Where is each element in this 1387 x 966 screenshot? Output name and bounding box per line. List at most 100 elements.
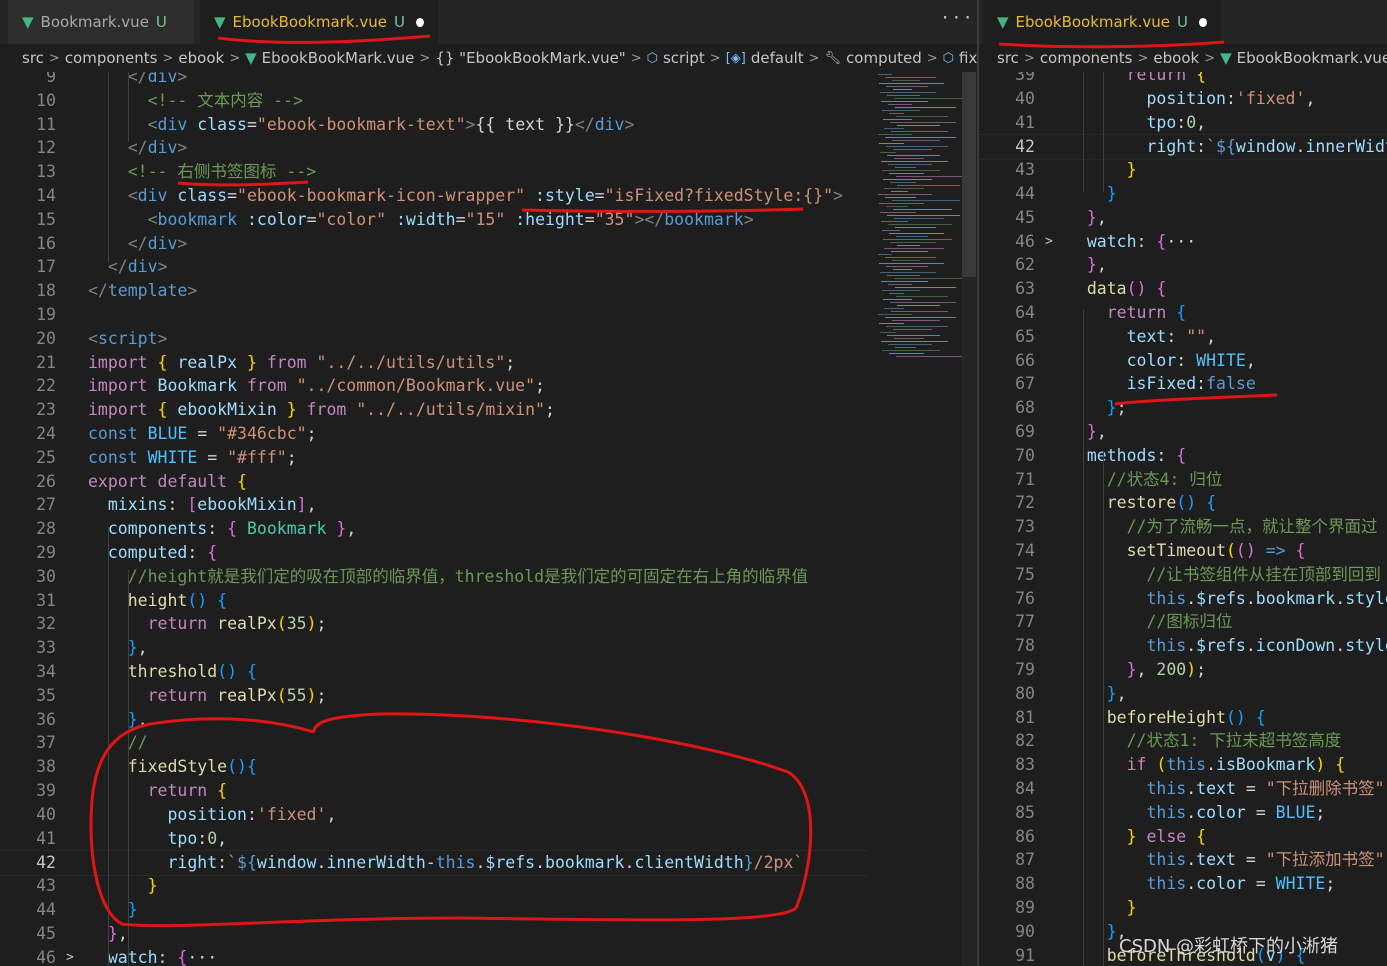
tab-bookmark-vue[interactable]: ▼ Bookmark.vue U [8,0,194,44]
code-line[interactable]: 25 const WHITE = "#fff"; [0,446,977,470]
code-line[interactable]: 81 beforeHeight() { [979,706,1387,730]
code-line[interactable]: 70 methods: { [979,444,1387,468]
breadcrumb-item[interactable]: src [22,49,44,67]
code-line[interactable]: 10 <!-- 文本内容 --> [0,89,977,113]
code-line[interactable]: 16 </div> [0,232,977,256]
breadcrumb-item[interactable]: computed [846,49,922,67]
code-line[interactable]: 34 threshold() { [0,660,977,684]
code-line[interactable]: 72 restore() { [979,491,1387,515]
code-line[interactable]: 26 export default { [0,470,977,494]
more-actions-icon[interactable]: ··· [940,8,974,28]
code-line[interactable]: 46 > watch: {··· [0,946,977,966]
breadcrumb-item[interactable]: {} "EbookBookMark.vue" [435,49,625,67]
code-line[interactable]: 78 this.$refs.iconDown.style. [979,634,1387,658]
code-line[interactable]: 18 </template> [0,279,977,303]
scrollbar-thumb[interactable] [962,72,976,277]
vertical-scrollbar[interactable] [962,72,976,966]
code-line[interactable]: 83 if (this.isBookmark) { [979,753,1387,777]
code-line[interactable]: 28 components: { Bookmark }, [0,517,977,541]
code-line[interactable]: 45 }, [979,206,1387,230]
code-line[interactable]: 63 data() { [979,277,1387,301]
unsaved-dot-icon[interactable] [415,17,424,27]
breadcrumb-item[interactable]: components [1040,49,1133,67]
tab-ebookbookmark-vue-right[interactable]: ▼ EbookBookmark.vue U [983,0,1221,44]
breadcrumb-item[interactable]: EbookBookmark.vue [1237,49,1387,67]
code-editor-right[interactable]: 39 return {40 position:'fixed', 41 tpo:0,… [979,72,1387,966]
code-line[interactable]: 14 <div class="ebook-bookmark-icon-wrapp… [0,184,977,208]
code-line[interactable]: 39 return { [979,72,1387,87]
code-line[interactable]: 29 computed: { [0,541,977,565]
fold-chevron-icon[interactable]: > [1045,230,1053,254]
code-line[interactable]: 79 }, 200); [979,658,1387,682]
breadcrumb-item[interactable]: src [997,49,1019,67]
code-line[interactable]: 22 import Bookmark from "../common/Bookma… [0,374,977,398]
code-line[interactable]: 35 return realPx(55); [0,684,977,708]
code-line[interactable]: 67 isFixed:false [979,372,1387,396]
code-line[interactable]: 43 } [979,158,1387,182]
code-line[interactable]: 86 } else { [979,825,1387,849]
breadcrumb-item[interactable]: fixe [959,49,977,67]
code-line[interactable]: 20 <script> [0,327,977,351]
tab-ebookbookmark-vue[interactable]: ▼ EbookBookmark.vue U [200,0,438,44]
code-line[interactable]: 39 return { [0,779,977,803]
code-line[interactable]: 11 <div class="ebook-bookmark-text">{{ t… [0,113,977,137]
code-line[interactable]: 76 this.$refs.bookmark.style. [979,587,1387,611]
code-line[interactable]: 64 return { [979,301,1387,325]
code-line[interactable]: 68 }; [979,396,1387,420]
code-line[interactable]: 44 } [979,182,1387,206]
code-line[interactable]: 41 tpo:0, [979,111,1387,135]
breadcrumb-item[interactable]: ebook [178,49,224,67]
code-line[interactable]: 62 }, [979,253,1387,277]
code-line[interactable]: 40 position:'fixed', [0,803,977,827]
code-line[interactable]: 82 //状态1: 下拉未超书签高度 [979,729,1387,753]
code-line[interactable]: 44 } [0,898,977,922]
code-line[interactable]: 36 }, [0,708,977,732]
code-editor-left[interactable]: 9 </div> 10 <!-- 文本内容 --> 11 <div class="e… [0,72,977,966]
code-line[interactable]: 42 right:`${window.innerWidth-this.$refs… [0,850,977,877]
code-line[interactable]: 80 }, [979,682,1387,706]
code-line[interactable]: 43 } [0,874,977,898]
code-line[interactable]: 32 return realPx(35); [0,612,977,636]
minimap[interactable] [868,72,968,966]
code-line[interactable]: 69 }, [979,420,1387,444]
code-line[interactable]: 37 // [0,731,977,755]
code-line[interactable]: 89 } [979,896,1387,920]
code-line[interactable]: 23 import { ebookMixin } from "../../util… [0,398,977,422]
breadcrumb-item[interactable]: ebook [1153,49,1199,67]
code-line[interactable]: 19 [0,303,977,327]
code-line[interactable]: 38 fixedStyle(){ [0,755,977,779]
breadcrumb-item[interactable]: default [751,49,804,67]
code-line[interactable]: 17 </div> [0,255,977,279]
code-line[interactable]: 33 }, [0,636,977,660]
code-line[interactable]: 31 height() { [0,589,977,613]
code-line[interactable]: 27 mixins: [ebookMixin], [0,493,977,517]
code-line[interactable]: 46 > watch: {··· [979,230,1387,254]
code-line[interactable]: 13 <!-- 右侧书签图标 --> [0,160,977,184]
code-line[interactable]: 66 color: WHITE, [979,349,1387,373]
code-line[interactable]: 88 this.color = WHITE; [979,872,1387,896]
code-line[interactable]: 12 </div> [0,136,977,160]
fold-chevron-icon[interactable]: > [66,946,74,966]
code-line[interactable]: 9 </div> [0,72,977,89]
breadcrumb-item[interactable]: EbookBookMark.vue [262,49,415,67]
code-line[interactable]: 71 //状态4: 归位 [979,468,1387,492]
code-line[interactable]: 74 setTimeout(() => { [979,539,1387,563]
code-line[interactable]: 30 //height就是我们定的吸在顶部的临界值，threshold是我们定的… [0,565,977,589]
code-line[interactable]: 40 position:'fixed', [979,87,1387,111]
code-line[interactable]: 77 //图标归位 [979,610,1387,634]
code-line[interactable]: 75 //让书签组件从挂在顶部到回到 [979,563,1387,587]
code-line[interactable]: 65 text: "", [979,325,1387,349]
breadcrumb-item[interactable]: script [663,49,705,67]
code-line[interactable]: 45 }, [0,922,977,946]
code-line[interactable]: 73 //为了流畅一点，就让整个界面过 [979,515,1387,539]
unsaved-dot-icon[interactable] [1198,17,1207,27]
code-line[interactable]: 85 this.color = BLUE; [979,801,1387,825]
code-line[interactable]: 41 tpo:0, [0,827,977,851]
code-line[interactable]: 87 this.text = "下拉添加书签"; [979,848,1387,872]
code-line[interactable]: 21 import { realPx } from "../../utils/ut… [0,351,977,375]
code-line[interactable]: 42 right:`${window.innerWidth [979,134,1387,161]
breadcrumb-item[interactable]: components [65,49,158,67]
code-line[interactable]: 24 const BLUE = "#346cbc"; [0,422,977,446]
code-line[interactable]: 84 this.text = "下拉删除书签"; [979,777,1387,801]
code-line[interactable]: 15 <bookmark :color="color" :width="15" … [0,208,977,232]
